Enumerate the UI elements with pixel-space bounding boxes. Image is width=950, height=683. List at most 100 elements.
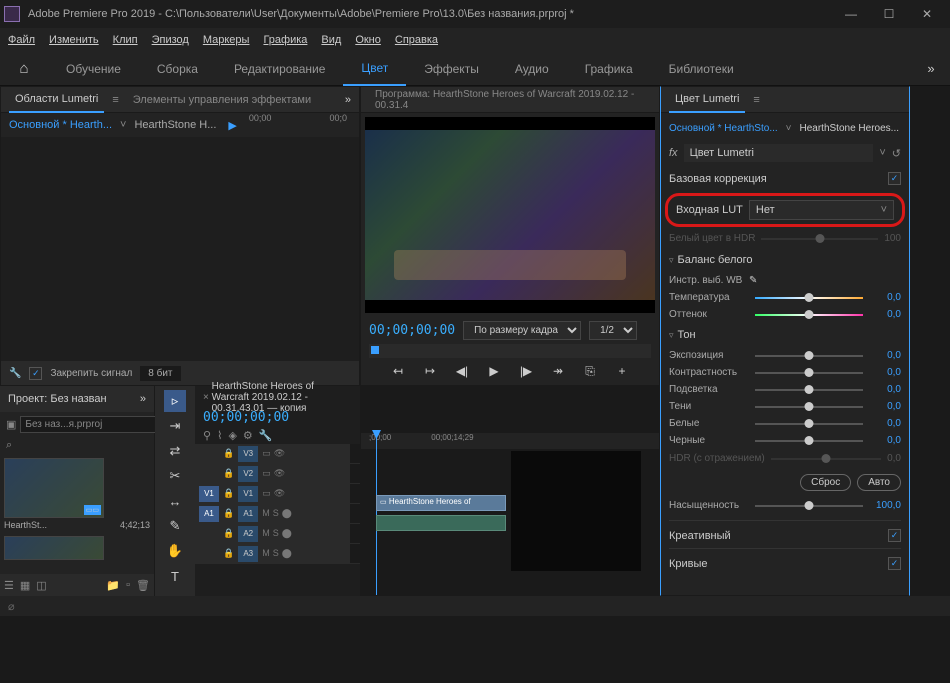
whites-value[interactable]: 0,0	[869, 418, 901, 429]
track-a1[interactable]: A1	[238, 506, 258, 522]
temperature-value[interactable]: 0,0	[869, 292, 901, 303]
pin-checkbox[interactable]: ✓	[29, 367, 42, 380]
marker-icon[interactable]: ◈	[228, 429, 236, 442]
play-icon[interactable]: ▶	[484, 364, 504, 379]
ec-mini-timeline[interactable]: 00;00 00;0	[245, 113, 351, 137]
ws-assembly[interactable]: Сборка	[139, 52, 216, 86]
home-icon[interactable]: ⌂	[0, 52, 48, 86]
lumetri-master-link[interactable]: Основной * HearthSto...	[669, 123, 778, 134]
pen-tool-icon[interactable]: ✎	[164, 515, 186, 537]
shadows-slider[interactable]	[755, 406, 863, 408]
tone-header[interactable]: Тон	[669, 323, 901, 347]
ws-effects[interactable]: Эффекты	[406, 52, 497, 86]
basic-correction-checkbox[interactable]: ✓	[888, 172, 901, 185]
add-button-icon[interactable]: +	[612, 364, 632, 379]
export-frame-icon[interactable]: ⎘	[580, 364, 600, 379]
project-tab[interactable]: Проект: Без назван	[8, 393, 107, 405]
project-thumbnail[interactable]	[4, 536, 104, 560]
highlights-value[interactable]: 0,0	[869, 384, 901, 395]
mute-icon[interactable]: M	[262, 528, 270, 539]
track-select-tool-icon[interactable]: ⇥	[164, 415, 186, 437]
razor-tool-icon[interactable]: ✂	[164, 465, 186, 487]
solo-icon[interactable]: S	[273, 548, 279, 559]
exposure-slider[interactable]	[755, 355, 863, 357]
wrench-icon[interactable]: 🔧	[259, 429, 273, 442]
lock-icon[interactable]: 🔒	[223, 508, 234, 519]
fx-dropdown-icon[interactable]: ˅	[879, 147, 885, 159]
contrast-value[interactable]: 0,0	[869, 367, 901, 378]
track-a3[interactable]: A3	[238, 546, 258, 562]
voiceover-icon[interactable]: ⬤	[282, 548, 292, 559]
mark-out-icon[interactable]: ↦	[420, 364, 440, 379]
goto-out-icon[interactable]: ↠	[548, 364, 568, 379]
slip-tool-icon[interactable]: ↔	[164, 490, 186, 512]
track-a2[interactable]: A2	[238, 526, 258, 542]
playhead-marker-icon[interactable]: ▶	[228, 119, 236, 132]
mute-icon[interactable]: M	[262, 508, 270, 519]
toggle-output-icon[interactable]: ▭	[262, 448, 271, 459]
eye-icon[interactable]: 👁	[274, 488, 285, 499]
tint-value[interactable]: 0,0	[869, 309, 901, 320]
creative-header[interactable]: Креативный	[669, 530, 731, 542]
toggle-output-icon[interactable]: ▭	[262, 488, 271, 499]
maximize-button[interactable]: ☐	[870, 0, 908, 28]
menu-window[interactable]: Окно	[355, 34, 381, 46]
program-tab[interactable]: Программа: HearthStone Heroes of Warcraf…	[369, 87, 651, 113]
selection-tool-icon[interactable]: ▹	[164, 390, 186, 412]
auto-button[interactable]: Авто	[857, 474, 901, 491]
white-balance-header[interactable]: Баланс белого	[669, 248, 901, 272]
program-scrubber[interactable]	[369, 344, 651, 358]
eye-icon[interactable]: 👁	[274, 468, 285, 479]
wrench-icon[interactable]: 🔧	[9, 368, 21, 379]
ws-learn[interactable]: Обучение	[48, 52, 139, 86]
search-icon[interactable]: ⌕	[6, 439, 12, 451]
mark-in-icon[interactable]: ↤	[388, 364, 408, 379]
ws-libraries[interactable]: Библиотеки	[651, 52, 752, 86]
fx-name[interactable]: Цвет Lumetri	[684, 144, 874, 162]
lumetri-tab[interactable]: Цвет Lumetri	[669, 87, 745, 113]
hand-tool-icon[interactable]: ✋	[164, 540, 186, 562]
master-clip-link[interactable]: Основной * Hearth...	[9, 119, 112, 131]
lumetri-scopes-tab[interactable]: Области Lumetri	[9, 87, 104, 113]
effect-controls-tab[interactable]: Элементы управления эффектами	[127, 87, 317, 113]
icon-view-icon[interactable]: ▦	[20, 579, 30, 592]
source-v1[interactable]: V1	[199, 486, 219, 502]
toggle-output-icon[interactable]: ▭	[262, 468, 271, 479]
menu-sequence[interactable]: Эпизод	[152, 34, 189, 46]
zoom-select[interactable]: 1/2	[589, 321, 637, 340]
panel-menu-icon[interactable]: ≡	[112, 94, 118, 106]
eyedropper-icon[interactable]: ✎	[749, 275, 757, 286]
close-button[interactable]: ✕	[908, 0, 946, 28]
new-item-icon[interactable]: ▫	[126, 579, 130, 591]
minimize-button[interactable]: —	[832, 0, 870, 28]
step-fwd-icon[interactable]: |▶	[516, 364, 536, 379]
track-v3[interactable]: V3	[238, 446, 258, 462]
fit-select[interactable]: По размеру кадра	[463, 321, 581, 340]
solo-icon[interactable]: S	[273, 508, 279, 519]
menu-graphics[interactable]: Графика	[263, 34, 307, 46]
contrast-slider[interactable]	[755, 372, 863, 374]
highlights-slider[interactable]	[755, 389, 863, 391]
tab-overflow[interactable]: »	[345, 94, 351, 106]
menu-view[interactable]: Вид	[321, 34, 341, 46]
solo-icon[interactable]: S	[273, 528, 279, 539]
menu-clip[interactable]: Клип	[113, 34, 138, 46]
project-thumbnail[interactable]: ▭▭	[4, 458, 104, 518]
lumetri-menu-icon[interactable]: ≡	[753, 94, 759, 106]
saturation-slider[interactable]	[755, 505, 863, 507]
timeline-content[interactable]: ;00;0000;00;14;29 ▭ HearthStone Heroes o…	[360, 386, 660, 596]
tint-slider[interactable]	[755, 314, 863, 316]
program-timecode[interactable]: 00;00;00;00	[369, 323, 455, 338]
new-bin-icon[interactable]: 📁	[106, 579, 120, 592]
ws-editing[interactable]: Редактирование	[216, 52, 343, 86]
curves-header[interactable]: Кривые	[669, 558, 708, 570]
project-search-input[interactable]	[20, 416, 162, 433]
lock-icon[interactable]: 🔒	[223, 548, 234, 559]
video-clip[interactable]: ▭ HearthStone Heroes of	[376, 495, 506, 511]
blacks-slider[interactable]	[755, 440, 863, 442]
source-a1[interactable]: A1	[199, 506, 219, 522]
link-icon[interactable]: ⌀	[8, 600, 15, 613]
curves-checkbox[interactable]: ✓	[888, 557, 901, 570]
ripple-edit-tool-icon[interactable]: ⇄	[164, 440, 186, 462]
bit-depth-select[interactable]: 8 бит	[140, 366, 180, 381]
